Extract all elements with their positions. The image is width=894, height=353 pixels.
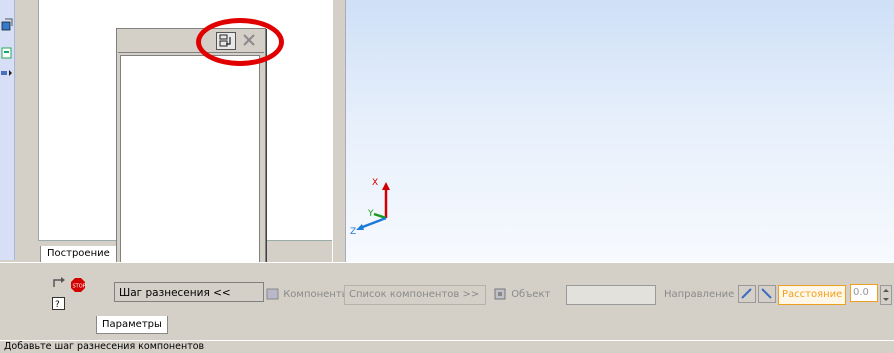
distance-field[interactable]: 0.0 (850, 284, 878, 302)
direction-forward-icon[interactable] (738, 285, 756, 303)
tab-construction[interactable]: Построение (40, 246, 117, 263)
create-object-icon[interactable] (52, 277, 68, 291)
components-toggle[interactable]: Компоненты (266, 285, 350, 305)
axis-z-label: Z (350, 227, 356, 237)
pane-splitter[interactable] (332, 0, 346, 262)
status-bar: Добавьте шаг разнесения компонентов (0, 340, 894, 353)
object-toggle[interactable]: Объект (494, 285, 550, 305)
svg-text:STOP: STOP (73, 284, 86, 290)
svg-text:?: ? (55, 300, 60, 310)
components-icon (266, 288, 279, 300)
object-icon (494, 288, 506, 300)
explode-step-button[interactable]: Шаг разнесения << (114, 282, 264, 302)
tab-parameters[interactable]: Параметры (96, 316, 168, 334)
object-label: Объект (511, 289, 551, 300)
construction-icon[interactable] (1, 18, 13, 32)
stop-icon[interactable]: STOP (70, 277, 86, 293)
viewport[interactable]: X Y Z (345, 0, 894, 262)
object-field[interactable] (566, 285, 656, 305)
component-list-button[interactable]: Список компонентов >> (344, 285, 486, 305)
component-list[interactable] (120, 55, 260, 271)
left-toolbar (0, 0, 15, 260)
help-icon[interactable]: ? (52, 297, 66, 311)
axis-triad-icon: X Y Z (350, 178, 390, 237)
axis-y-label: Y (367, 209, 374, 219)
highlight-circle (196, 18, 284, 66)
distance-spinner[interactable] (880, 285, 892, 305)
direction-reverse-icon[interactable] (758, 285, 776, 303)
components-label: Компоненты (283, 289, 350, 300)
expand-arrow-icon[interactable] (1, 66, 13, 80)
tree-view-icon[interactable] (1, 46, 13, 60)
direction-label: Направление (664, 289, 735, 300)
distance-label: Расстояние (778, 285, 847, 305)
axis-x-label: X (372, 178, 378, 188)
